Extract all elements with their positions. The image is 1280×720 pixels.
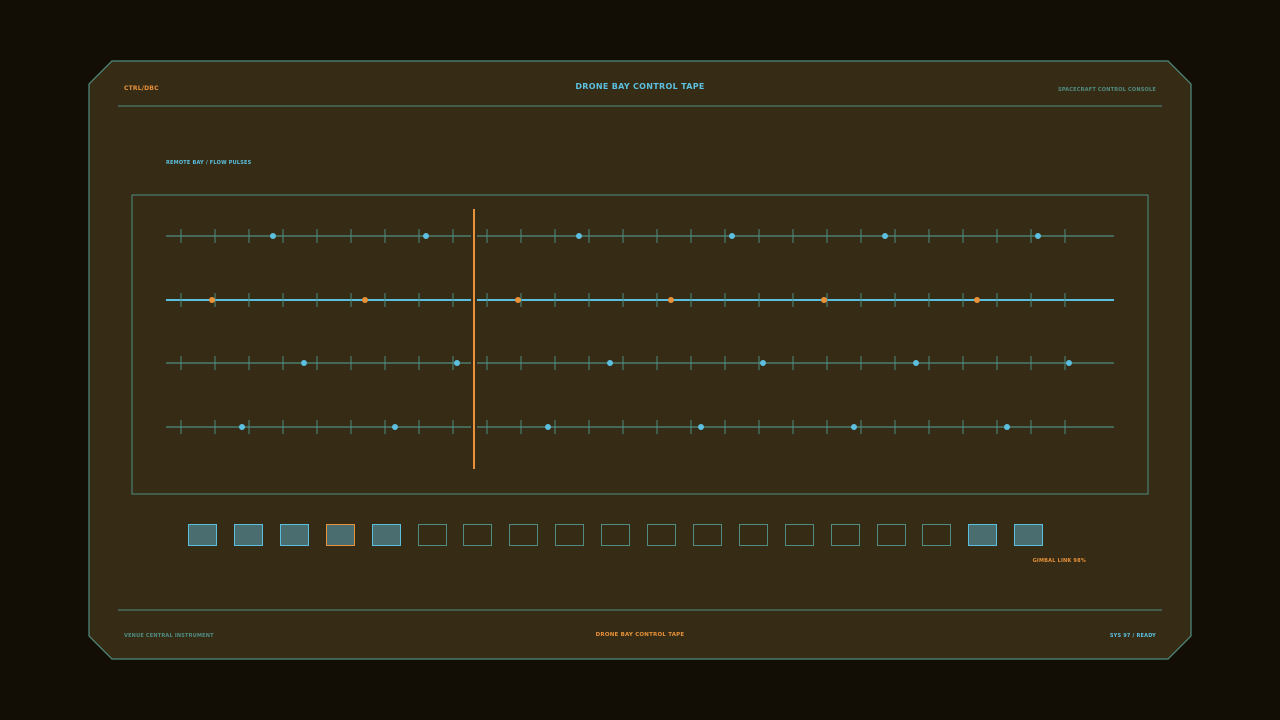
pulse-marker	[454, 360, 460, 366]
pulse-marker	[882, 233, 888, 239]
bay-block[interactable]	[601, 524, 631, 546]
pulse-marker	[392, 424, 398, 430]
pulse-marker	[1004, 424, 1010, 430]
bay-block[interactable]	[233, 524, 263, 546]
console-type-label: SPACECRAFT CONTROL CONSOLE	[1057, 87, 1156, 93]
bay-block[interactable]	[784, 524, 814, 546]
system-status: SYS 97 / READY	[1109, 633, 1156, 639]
bay-block[interactable]	[738, 524, 768, 546]
panel-label: REMOTE BAY / FLOW PULSES	[166, 160, 252, 166]
pulse-marker	[607, 360, 613, 366]
bay-block[interactable]	[692, 524, 722, 546]
pulse-marker	[913, 360, 919, 366]
pulse-marker	[545, 424, 551, 430]
pulse-marker	[270, 233, 276, 239]
pulse-marker	[668, 297, 674, 303]
bay-block[interactable]	[876, 524, 906, 546]
pulse-marker	[821, 297, 827, 303]
bay-block[interactable]	[509, 524, 539, 546]
bay-block[interactable]	[922, 524, 952, 546]
pulse-marker	[576, 233, 582, 239]
bay-block[interactable]	[188, 524, 217, 546]
bay-block[interactable]	[325, 524, 355, 546]
bay-block[interactable]	[417, 524, 447, 546]
pulse-marker	[698, 424, 704, 430]
bay-block[interactable]	[463, 524, 493, 546]
bay-block[interactable]	[968, 524, 998, 546]
control-console: CTRL/DBC DRONE BAY CONTROL TAPE SPACECRA…	[88, 60, 1192, 660]
pulse-marker	[851, 424, 857, 430]
page-title: DRONE BAY CONTROL TAPE	[575, 82, 705, 91]
gimbal-status: GIMBAL LINK 98%	[1032, 558, 1086, 564]
bay-block[interactable]	[279, 524, 309, 546]
bay-block[interactable]	[555, 524, 585, 546]
bay-block[interactable]	[830, 524, 860, 546]
pulse-marker	[362, 297, 368, 303]
bay-block[interactable]	[1014, 524, 1044, 546]
block-strip	[188, 524, 1092, 548]
pulse-marker	[1035, 233, 1041, 239]
bay-block[interactable]	[647, 524, 676, 546]
pulse-marker	[239, 424, 245, 430]
pulse-marker	[423, 233, 429, 239]
pulse-marker	[209, 297, 215, 303]
pulse-marker	[729, 233, 735, 239]
bay-block[interactable]	[371, 524, 401, 546]
pulse-marker	[974, 297, 980, 303]
pulse-marker	[760, 360, 766, 366]
pulse-marker	[301, 360, 307, 366]
control-tape	[166, 209, 1114, 469]
pulse-marker	[1066, 360, 1072, 366]
footer-title: DRONE BAY CONTROL TAPE	[595, 632, 685, 638]
pulse-marker	[515, 297, 521, 303]
